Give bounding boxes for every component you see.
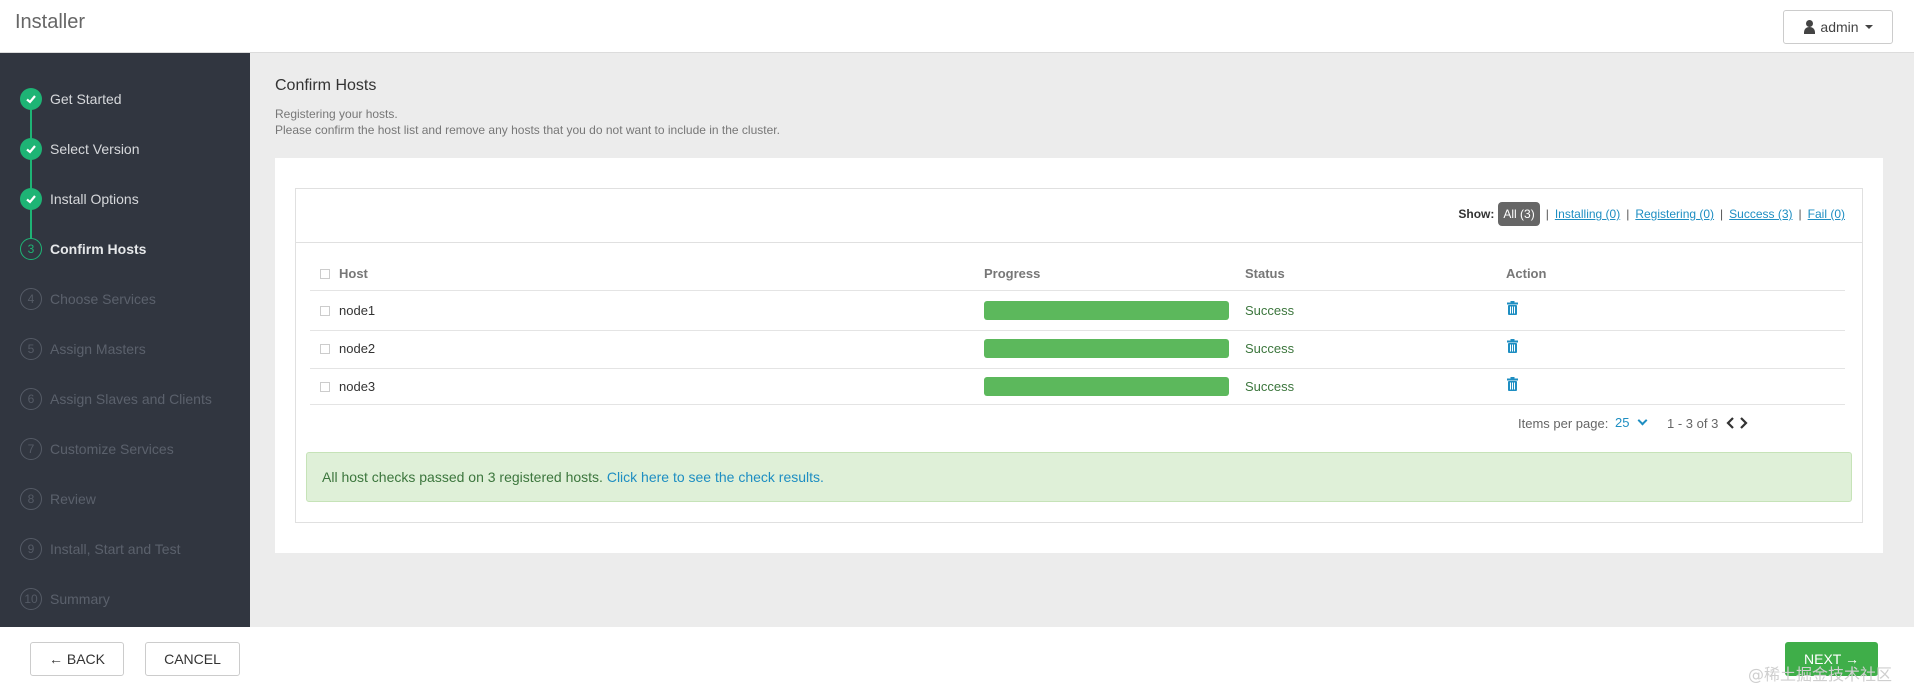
cancel-button[interactable]: CANCEL bbox=[145, 642, 240, 676]
top-header: Installer admin bbox=[0, 0, 1914, 53]
wizard-step[interactable]: Install Options bbox=[20, 187, 139, 211]
filter-installing[interactable]: Installing (0) bbox=[1555, 207, 1620, 221]
step-number: 8 bbox=[20, 488, 42, 510]
page-title: Confirm Hosts bbox=[275, 77, 377, 94]
step-label: Select Version bbox=[50, 141, 140, 157]
trash-icon[interactable] bbox=[1507, 377, 1518, 391]
wizard-step[interactable]: Select Version bbox=[20, 137, 140, 161]
header-divider bbox=[310, 290, 1845, 291]
step-label: Summary bbox=[50, 591, 110, 607]
status-text: Success bbox=[1245, 379, 1295, 394]
step-label: Install, Start and Test bbox=[50, 541, 181, 557]
step-label: Assign Masters bbox=[50, 341, 146, 357]
step-number: 4 bbox=[20, 288, 42, 310]
wizard-footer bbox=[0, 627, 1914, 688]
check-icon bbox=[20, 88, 42, 110]
wizard-step: 4 Choose Services bbox=[20, 287, 156, 311]
row-checkbox[interactable] bbox=[320, 344, 330, 354]
step-label: Customize Services bbox=[50, 441, 174, 457]
filter-registering[interactable]: Registering (0) bbox=[1635, 207, 1714, 221]
column-header-action: Action bbox=[1506, 266, 1547, 281]
host-name: node3 bbox=[339, 379, 376, 394]
step-number: 10 bbox=[20, 588, 42, 610]
subtitle-registering: Registering your hosts. bbox=[275, 107, 398, 121]
chevron-down-icon bbox=[1638, 415, 1648, 426]
check-icon bbox=[20, 188, 42, 210]
step-label: Confirm Hosts bbox=[50, 241, 147, 257]
host-check-alert: All host checks passed on 3 registered h… bbox=[306, 452, 1852, 502]
alert-message: All host checks passed on 3 registered h… bbox=[322, 469, 607, 485]
status-text: Success bbox=[1245, 303, 1295, 318]
trash-icon[interactable] bbox=[1507, 339, 1518, 353]
step-label: Choose Services bbox=[50, 291, 156, 307]
progress-bar-fill bbox=[984, 339, 1229, 358]
caret-down-icon bbox=[1864, 25, 1873, 29]
host-name: node2 bbox=[339, 341, 376, 356]
user-name: admin bbox=[1820, 19, 1859, 35]
row-checkbox[interactable] bbox=[320, 306, 330, 316]
items-per-page-label: Items per page: bbox=[1518, 416, 1609, 431]
user-menu-button[interactable]: admin bbox=[1783, 10, 1893, 44]
app-title: Installer bbox=[15, 11, 86, 33]
select-all-checkbox[interactable] bbox=[320, 269, 330, 279]
wizard-step: 3 Confirm Hosts bbox=[20, 237, 146, 261]
step-label: Get Started bbox=[50, 91, 122, 107]
watermark: @稀土掘金技术社区 bbox=[1748, 665, 1893, 684]
step-number: 6 bbox=[20, 388, 42, 410]
page-range: 1 - 3 of 3 bbox=[1667, 416, 1719, 431]
wizard-step[interactable]: Get Started bbox=[20, 87, 122, 111]
wizard-step: 6 Assign Slaves and Clients bbox=[20, 387, 212, 411]
status-text: Success bbox=[1245, 341, 1295, 356]
next-page-icon[interactable] bbox=[1740, 417, 1748, 429]
step-number: 7 bbox=[20, 438, 42, 460]
wizard-step: 7 Customize Services bbox=[20, 437, 174, 461]
wizard-step: 8 Review bbox=[20, 487, 96, 511]
column-header-progress: Progress bbox=[984, 266, 1041, 281]
page-arrows bbox=[1726, 417, 1748, 429]
wizard-step: 5 Assign Masters bbox=[20, 337, 146, 361]
progress-bar bbox=[984, 339, 1229, 358]
progress-bar-fill bbox=[984, 377, 1229, 396]
step-label: Install Options bbox=[50, 191, 139, 207]
filter-bar: Show: All (3) | Installing (0) | Registe… bbox=[295, 188, 1863, 243]
column-header-status: Status bbox=[1245, 266, 1285, 281]
subtitle-instructions: Please confirm the host list and remove … bbox=[275, 123, 780, 137]
back-button[interactable]: ← BACK bbox=[30, 642, 124, 676]
trash-icon[interactable] bbox=[1507, 301, 1518, 315]
items-per-page-select[interactable]: 25 bbox=[1615, 415, 1648, 430]
filter-all[interactable]: All (3) bbox=[1498, 202, 1540, 226]
wizard-step: 10 Summary bbox=[20, 587, 110, 611]
step-label: Review bbox=[50, 491, 96, 507]
row-checkbox[interactable] bbox=[320, 382, 330, 392]
table-bottom-divider bbox=[310, 404, 1845, 405]
progress-bar-fill bbox=[984, 301, 1229, 320]
host-name: node1 bbox=[339, 303, 376, 318]
filter-success[interactable]: Success (3) bbox=[1729, 207, 1792, 221]
row-divider bbox=[310, 330, 1845, 331]
user-icon bbox=[1803, 20, 1816, 34]
step-number: 5 bbox=[20, 338, 42, 360]
step-label: Assign Slaves and Clients bbox=[50, 391, 212, 407]
prev-page-icon[interactable] bbox=[1726, 417, 1734, 429]
check-icon bbox=[20, 138, 42, 160]
progress-line bbox=[30, 98, 32, 248]
progress-bar bbox=[984, 377, 1229, 396]
step-number: 3 bbox=[20, 238, 42, 260]
column-header-host[interactable]: Host bbox=[339, 266, 368, 281]
step-number: 9 bbox=[20, 538, 42, 560]
row-divider bbox=[310, 368, 1845, 369]
wizard-step: 9 Install, Start and Test bbox=[20, 537, 180, 561]
check-results-link[interactable]: Click here to see the check results. bbox=[607, 469, 824, 485]
progress-bar bbox=[984, 301, 1229, 320]
per-page-value: 25 bbox=[1615, 415, 1630, 430]
filter-fail[interactable]: Fail (0) bbox=[1808, 207, 1845, 221]
show-label: Show: bbox=[1458, 207, 1495, 221]
